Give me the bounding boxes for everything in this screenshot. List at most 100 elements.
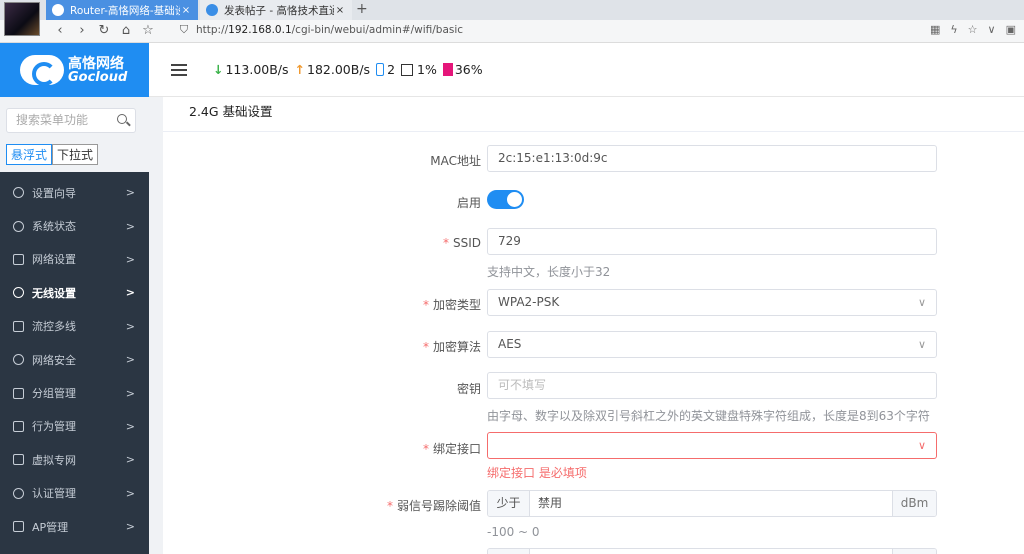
lightning-icon[interactable]: ϟ xyxy=(950,23,957,36)
weak-signal-value[interactable]: 禁用 xyxy=(530,491,892,516)
reload-icon[interactable]: ↻ xyxy=(96,23,112,38)
main-content: 2.4G 基础设置 MAC地址 2c:15:e1:13:0d:9c 启用 * SS… xyxy=(149,97,1024,554)
sidebar-item-group-management[interactable]: 分组管理 > xyxy=(0,376,149,409)
ssid-label: * SSID xyxy=(442,236,481,250)
menu-search-area: 搜索菜单功能 悬浮式 下拉式 xyxy=(0,97,149,172)
address-bar: ‹ › ↻ ⌂ ☆ ⛉ http://192.168.0.1/cgi-bin/w… xyxy=(0,20,1024,43)
device-count: 2 xyxy=(376,62,395,77)
avatar[interactable] xyxy=(4,2,40,36)
browser-tab-router[interactable]: Router-高恪网络-基础设 × xyxy=(46,0,198,20)
encryption-type-select[interactable]: WPA2-PSK ∨ xyxy=(487,289,937,316)
url-field[interactable]: http://192.168.0.1/cgi-bin/webui/admin#/… xyxy=(196,24,463,36)
close-icon[interactable]: × xyxy=(334,5,346,16)
arrow-up-icon: ↑ xyxy=(294,62,306,77)
sidebar-item-auth-management[interactable]: 认证管理 > xyxy=(0,477,149,510)
settings-card: 2.4G 基础设置 MAC地址 2c:15:e1:13:0d:9c 启用 * SS… xyxy=(163,97,1024,554)
list-icon xyxy=(13,387,24,399)
weak-signal-prefix: 少于 xyxy=(488,491,530,516)
key-label: 密钥 xyxy=(456,382,481,396)
menu-fold-icon[interactable] xyxy=(171,61,187,79)
required-mark: * xyxy=(386,499,393,513)
sidebar-item-network-settings[interactable]: 网络设置 > xyxy=(0,243,149,276)
ssid-field[interactable]: 729 xyxy=(487,228,937,255)
forward-icon[interactable]: › xyxy=(74,23,90,38)
sitemap-icon xyxy=(13,521,24,533)
new-tab-button[interactable]: + xyxy=(356,1,368,17)
encryption-type-label: * 加密类型 xyxy=(422,298,481,312)
divider xyxy=(163,131,1024,132)
sidebar-item-ap-management[interactable]: AP管理 > xyxy=(0,510,149,543)
search-placeholder: 搜索菜单功能 xyxy=(16,113,89,127)
network-icon xyxy=(13,320,24,332)
tab-title: 发表帖子 - 高恪技术直通 xyxy=(224,4,334,17)
home-icon[interactable]: ⌂ xyxy=(118,23,134,38)
bind-interface-label: * 绑定接口 xyxy=(422,442,481,456)
sidebar-item-flow-control[interactable]: 流控多线 > xyxy=(0,310,149,343)
chevron-right-icon: > xyxy=(125,520,135,534)
encryption-algorithm-label: * 加密算法 xyxy=(422,340,481,354)
sidebar-item-vpn[interactable]: 虚拟专网 > xyxy=(0,443,149,476)
menu-label: 无线设置 xyxy=(32,286,76,300)
cpu-usage: 1% xyxy=(401,62,437,77)
menu-label: 流控多线 xyxy=(32,320,76,334)
menu-label: 网络安全 xyxy=(32,353,76,367)
menu-label: 虚拟专网 xyxy=(32,453,76,467)
browser-tab-bar: Router-高恪网络-基础设 × 发表帖子 - 高恪技术直通 × + xyxy=(0,0,1024,20)
encryption-algorithm-select[interactable]: AES ∨ xyxy=(487,331,937,358)
window-icon[interactable]: ▣ xyxy=(1006,23,1016,36)
sidebar-item-behavior-management[interactable]: 行为管理 > xyxy=(0,410,149,443)
bookmark-star-icon[interactable]: ☆ xyxy=(968,23,978,36)
dropdown-icon[interactable]: ∨ xyxy=(988,23,996,36)
back-icon[interactable]: ‹ xyxy=(52,23,68,38)
menu-search-input[interactable]: 搜索菜单功能 xyxy=(6,108,136,133)
cloud-favicon-icon xyxy=(206,4,218,16)
mac-label: MAC地址 xyxy=(430,154,481,168)
sidebar-item-wireless-settings[interactable]: 无线设置 > xyxy=(0,276,149,309)
weak-signal-label: * 弱信号踢除阈值 xyxy=(386,499,481,513)
select-value: WPA2-PSK xyxy=(498,295,560,309)
chevron-down-icon: ∨ xyxy=(917,439,926,452)
page-title: 2.4G 基础设置 xyxy=(189,104,273,119)
url-path: /cgi-bin/webui/admin#/wifi/basic xyxy=(291,24,464,36)
upload-rate-value: 182.00B/s xyxy=(307,62,371,77)
enable-toggle[interactable] xyxy=(487,190,524,209)
next-input-group[interactable] xyxy=(487,548,937,554)
bind-interface-select[interactable]: ∨ xyxy=(487,432,937,459)
chevron-right-icon: > xyxy=(125,386,135,400)
mode-floating-button[interactable]: 悬浮式 xyxy=(6,144,53,165)
chevron-right-icon: > xyxy=(125,319,135,333)
download-rate-value: 113.00B/s xyxy=(225,62,289,77)
chevron-right-icon: > xyxy=(125,353,135,367)
mac-field[interactable]: 2c:15:e1:13:0d:9c xyxy=(487,145,937,172)
cpu-usage-value: 1% xyxy=(417,62,437,77)
mode-dropdown-button[interactable]: 下拉式 xyxy=(52,144,99,165)
sidebar-item-system-status[interactable]: 系统状态 > xyxy=(0,209,149,242)
menu-label: 网络设置 xyxy=(32,253,76,267)
weak-signal-input[interactable]: 少于 禁用 dBm xyxy=(487,490,937,517)
cpu-icon xyxy=(401,63,414,76)
chevron-right-icon: > xyxy=(125,186,135,200)
grid-icon[interactable]: ▦ xyxy=(930,23,940,36)
chevron-right-icon: > xyxy=(125,286,135,300)
star-icon[interactable]: ☆ xyxy=(140,23,156,38)
required-mark: * xyxy=(442,236,449,250)
sidebar-item-network-security[interactable]: 网络安全 > xyxy=(0,343,149,376)
filter-icon xyxy=(13,420,24,432)
chevron-right-icon: > xyxy=(125,453,135,467)
upload-rate: ↑ 182.00B/s xyxy=(295,62,371,77)
browser-tab-forum[interactable]: 发表帖子 - 高恪技术直通 × xyxy=(200,0,352,20)
close-icon[interactable]: × xyxy=(180,5,192,16)
sidebar-item-setup-wizard[interactable]: 设置向导 > xyxy=(0,176,149,209)
required-mark: * xyxy=(422,442,429,456)
chevron-right-icon: > xyxy=(125,252,135,266)
download-rate: ↓ 113.00B/s xyxy=(213,62,289,77)
sidebar-menu: 设置向导 > 系统状态 > 网络设置 > 无线设置 > 流控多线 > 网络安全 > 分组管理… xyxy=(0,176,149,543)
search-icon[interactable] xyxy=(117,114,127,124)
logo[interactable]: 高恪网络 Gocloud xyxy=(0,43,149,97)
key-hint: 由字母、数字以及除双引号斜杠之外的英文键盘特殊字符组成，长度是8到63个字符 xyxy=(487,409,930,423)
key-input[interactable]: 可不填写 xyxy=(487,372,937,399)
chevron-down-icon: ∨ xyxy=(917,338,926,351)
menu-label: 设置向导 xyxy=(32,186,76,200)
weak-signal-hint: -100 ~ 0 xyxy=(487,525,540,539)
logo-text-en: Gocloud xyxy=(68,69,128,85)
